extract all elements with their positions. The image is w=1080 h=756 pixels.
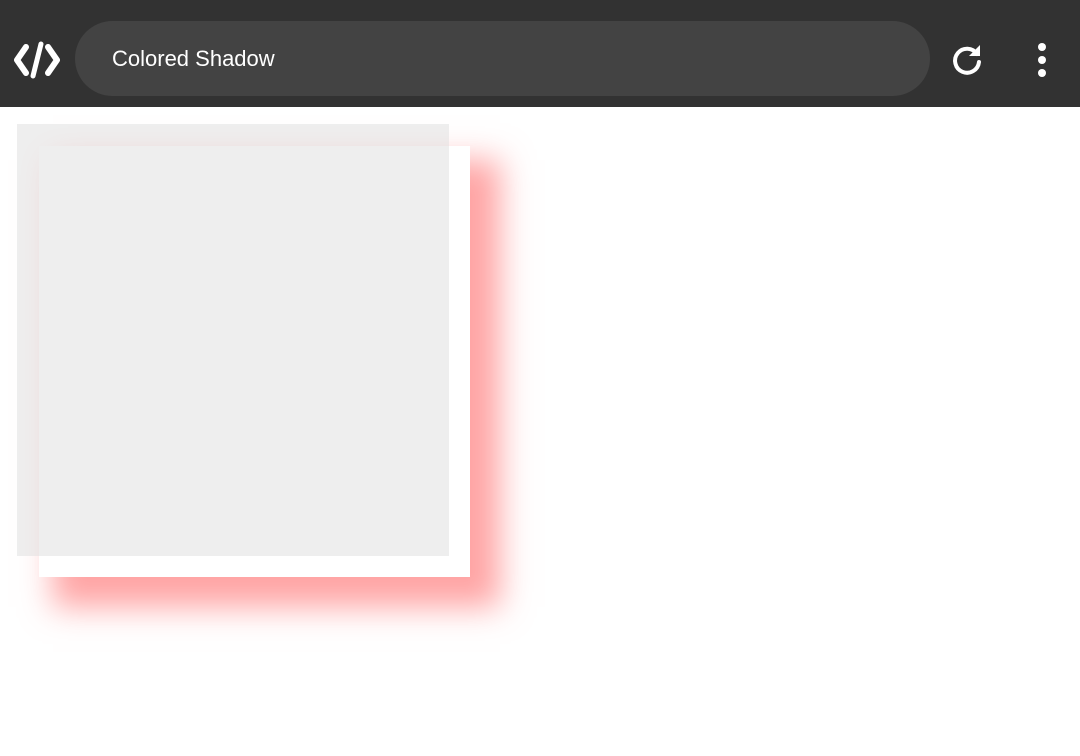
page-title: Colored Shadow [112,46,275,71]
reload-icon [953,45,981,75]
gray-overlay-box [17,124,449,556]
browser-toolbar: Colored Shadow [0,0,1080,107]
web-content [0,107,1080,756]
more-vertical-icon [1038,43,1046,77]
address-bar[interactable]: Colored Shadow [75,21,930,96]
code-brackets-icon[interactable] [14,40,60,80]
reload-button[interactable] [945,40,989,80]
overflow-menu-button[interactable] [1022,40,1062,80]
